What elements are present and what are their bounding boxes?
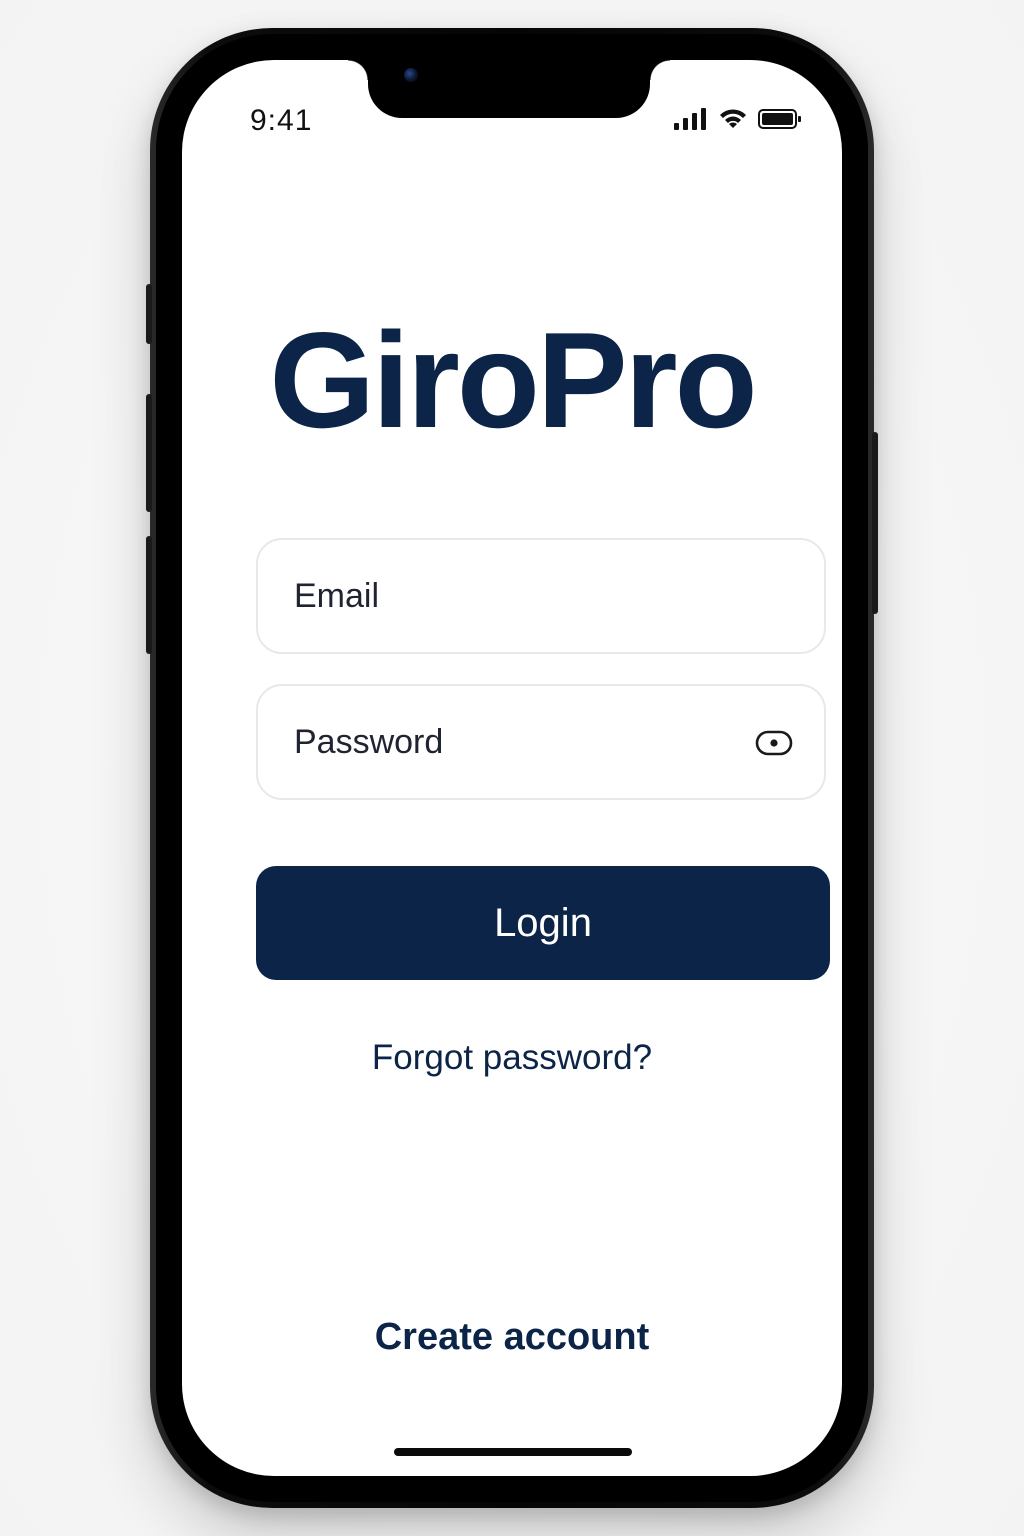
status-icons — [674, 108, 802, 135]
phone-frame: 9:41 GiroPro Email Login Forgot password… — [146, 28, 878, 1508]
front-camera — [404, 68, 418, 82]
notch — [348, 60, 670, 118]
password-field[interactable] — [256, 684, 826, 800]
phone-screen: 9:41 GiroPro Email Login Forgot password… — [182, 60, 842, 1476]
mute-switch — [146, 284, 152, 344]
home-indicator[interactable] — [394, 1448, 632, 1456]
eye-icon[interactable] — [754, 726, 794, 760]
battery-icon — [758, 108, 802, 135]
email-field[interactable] — [256, 538, 826, 654]
email-input[interactable] — [294, 540, 734, 652]
wifi-icon — [718, 108, 748, 135]
status-time: 9:41 — [250, 104, 313, 137]
forgot-password-link[interactable]: Forgot password? — [182, 1038, 842, 1078]
create-account-link[interactable]: Create account — [182, 1316, 842, 1359]
app-logo-wordmark: GiroPro — [269, 304, 757, 456]
power-button — [872, 432, 878, 614]
volume-down-button — [146, 536, 152, 654]
cellular-signal-icon — [674, 108, 708, 135]
login-button[interactable]: Login — [256, 866, 830, 980]
stage: 9:41 GiroPro Email Login Forgot password… — [0, 0, 1024, 1536]
password-input[interactable] — [294, 686, 734, 798]
volume-up-button — [146, 394, 152, 512]
